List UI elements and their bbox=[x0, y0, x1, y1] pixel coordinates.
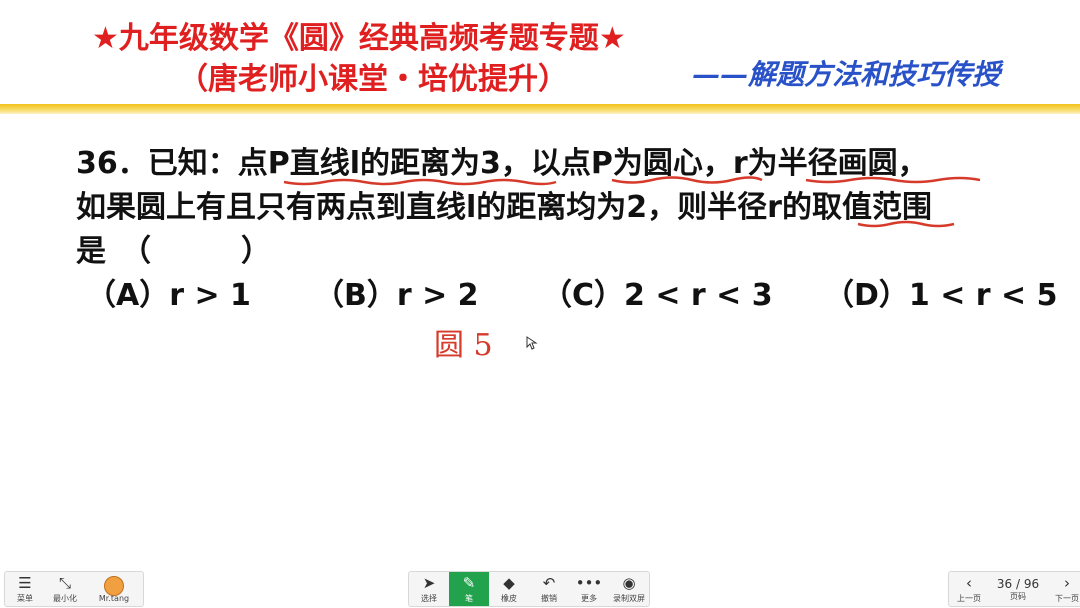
eraser-icon: ◆ bbox=[503, 573, 515, 592]
minimize-icon: ⤡ bbox=[58, 573, 71, 592]
pen-button[interactable]: ✎ 笔 bbox=[449, 572, 489, 606]
prev-page-button[interactable]: ‹ 上一页 bbox=[949, 572, 989, 606]
question-line-1: 36．已知：点P直线l的距离为3，以点P为圆心，r为半径画圆， bbox=[76, 146, 928, 181]
avatar bbox=[104, 575, 124, 596]
drawing-toolbar: ➤ 选择 ✎ 笔 ◆ 橡皮 ↶ 撤销 ••• 更多 ◉ 录制双屏 bbox=[408, 571, 650, 607]
left-toolbar: ☰ 菜单 ⤡ 最小化 Mr.tang bbox=[4, 571, 144, 607]
chevron-right-icon: › bbox=[1064, 573, 1070, 592]
more-button[interactable]: ••• 更多 bbox=[569, 572, 609, 606]
option-c: （C）2 < r < 3 bbox=[542, 278, 773, 313]
chevron-left-icon: ‹ bbox=[966, 573, 972, 592]
question-line-2: 如果圆上有且只有两点到直线l的距离均为2，则半径r的取值范围 bbox=[76, 190, 932, 225]
select-label: 选择 bbox=[421, 593, 437, 603]
undo-label: 撤销 bbox=[541, 593, 557, 603]
pen-label: 笔 bbox=[465, 593, 473, 603]
prev-label: 上一页 bbox=[957, 593, 981, 603]
header-tagline: ——解题方法和技巧传授 bbox=[692, 58, 1001, 91]
option-d: （D）1 < r < 5 bbox=[824, 278, 1058, 313]
page-navigation: ‹ 上一页 36 / 96 页码 › 下一页 bbox=[948, 571, 1080, 607]
next-label: 下一页 bbox=[1055, 593, 1079, 603]
record-label: 录制双屏 bbox=[613, 593, 645, 603]
minimize-label: 最小化 bbox=[53, 593, 77, 603]
page-number: 36 / 96 bbox=[996, 576, 1040, 591]
handwritten-note: 圆 5 bbox=[434, 328, 493, 363]
menu-button[interactable]: ☰ 菜单 bbox=[5, 572, 45, 606]
question-text: 36．已知：点P直线l的距离为3，以点P为圆心，r为半径画圆， 如果圆上有且只有… bbox=[76, 142, 1056, 274]
minimize-button[interactable]: ⤡ 最小化 bbox=[45, 572, 85, 606]
header-subtitle: （唐老师小课堂・培优提升） bbox=[178, 62, 568, 97]
question-line-3: 是 （ ） bbox=[76, 234, 271, 269]
undo-button[interactable]: ↶ 撤销 bbox=[529, 572, 569, 606]
hamburger-icon: ☰ bbox=[18, 573, 32, 592]
option-b: （B）r > 2 bbox=[314, 278, 479, 313]
select-button[interactable]: ➤ 选择 bbox=[409, 572, 449, 606]
header-title: ★九年级数学《圆》经典高频考题专题★ bbox=[92, 21, 626, 56]
more-label: 更多 bbox=[581, 593, 597, 603]
pen-icon: ✎ bbox=[462, 573, 476, 592]
header-divider bbox=[0, 104, 1080, 114]
record-icon: ◉ bbox=[622, 573, 636, 592]
next-page-button[interactable]: › 下一页 bbox=[1047, 572, 1080, 606]
mouse-cursor-icon bbox=[526, 336, 538, 350]
user-label: Mr.tang bbox=[98, 593, 130, 603]
eraser-button[interactable]: ◆ 橡皮 bbox=[489, 572, 529, 606]
pointer-icon: ➤ bbox=[422, 573, 436, 592]
option-a: （A）r > 1 bbox=[86, 278, 251, 313]
page-indicator[interactable]: 36 / 96 页码 bbox=[989, 572, 1047, 606]
record-button[interactable]: ◉ 录制双屏 bbox=[609, 572, 649, 606]
eraser-label: 橡皮 bbox=[501, 593, 517, 603]
menu-label: 菜单 bbox=[17, 593, 33, 603]
page-label: 页码 bbox=[1010, 591, 1026, 601]
more-dots-icon: ••• bbox=[575, 573, 603, 592]
undo-icon: ↶ bbox=[542, 573, 556, 592]
user-button[interactable]: Mr.tang bbox=[85, 572, 143, 606]
